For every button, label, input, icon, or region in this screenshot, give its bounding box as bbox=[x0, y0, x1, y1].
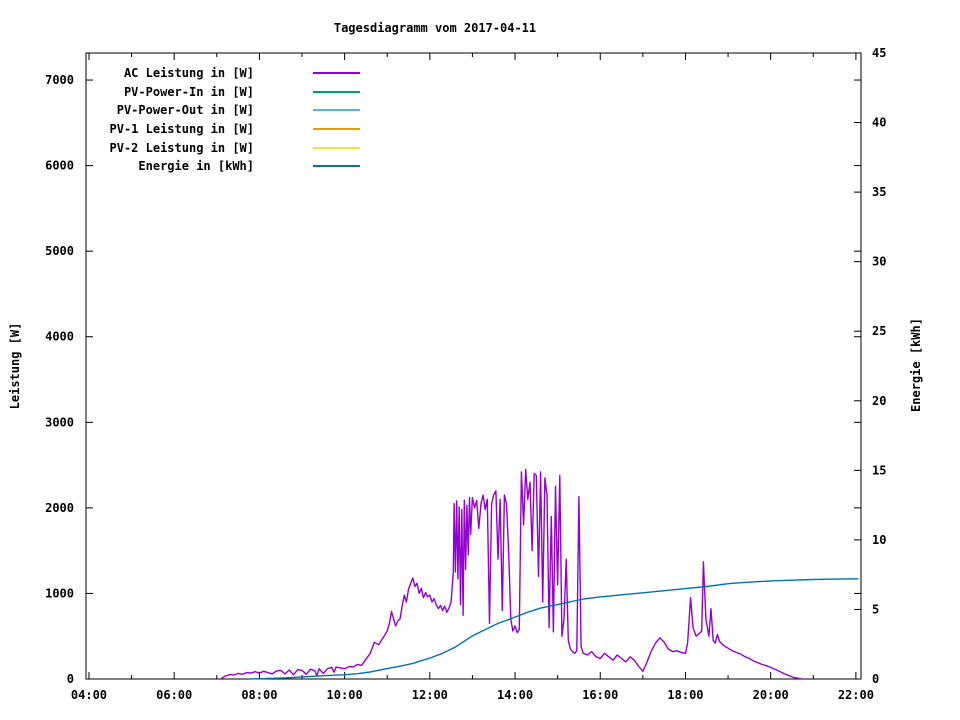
legend-item: PV-Power-Out in [W] bbox=[40, 101, 360, 120]
y-tick-label: 2000 bbox=[45, 501, 74, 515]
x-tick-label: 04:00 bbox=[71, 688, 107, 702]
legend-line-sample bbox=[313, 91, 360, 93]
y2-tick-label: 25 bbox=[872, 324, 886, 338]
y2-tick-label: 30 bbox=[872, 255, 886, 269]
x-tick-label: 20:00 bbox=[753, 688, 789, 702]
y2-tick-label: 20 bbox=[872, 394, 886, 408]
chart-title: Tagesdiagramm vom 2017-04-11 bbox=[285, 21, 585, 35]
y2-tick-label: 10 bbox=[872, 533, 886, 547]
legend-item: PV-Power-In in [W] bbox=[40, 83, 360, 102]
y-tick-label: 4000 bbox=[45, 330, 74, 344]
legend-line-sample bbox=[313, 109, 360, 111]
y-tick-label: 0 bbox=[67, 672, 74, 686]
legend-line-sample bbox=[313, 128, 360, 130]
x-tick-label: 06:00 bbox=[156, 688, 192, 702]
series-line-0 bbox=[222, 469, 801, 678]
legend-label: PV-2 Leistung in [W] bbox=[40, 141, 254, 155]
legend-item: PV-2 Leistung in [W] bbox=[40, 138, 360, 157]
legend-line-sample bbox=[313, 147, 360, 149]
legend-label: PV-Power-In in [W] bbox=[40, 85, 254, 99]
y2-axis-label: Energie [kWh] bbox=[909, 265, 925, 465]
x-tick-label: 22:00 bbox=[838, 688, 874, 702]
legend-item: AC Leistung in [W] bbox=[40, 64, 360, 83]
y-tick-label: 5000 bbox=[45, 244, 74, 258]
x-tick-label: 16:00 bbox=[582, 688, 618, 702]
y2-tick-label: 45 bbox=[872, 46, 886, 60]
y2-tick-label: 5 bbox=[872, 602, 879, 616]
legend: AC Leistung in [W] PV-Power-In in [W] PV… bbox=[40, 64, 360, 176]
y2-tick-label: 15 bbox=[872, 463, 886, 477]
legend-label: AC Leistung in [W] bbox=[40, 66, 254, 80]
x-tick-label: 12:00 bbox=[412, 688, 448, 702]
y2-tick-label: 35 bbox=[872, 185, 886, 199]
y-axis-label: Leistung [W] bbox=[8, 266, 24, 466]
y2-tick-label: 0 bbox=[872, 672, 879, 686]
legend-label: Energie in [kWh] bbox=[40, 159, 254, 173]
y2-tick-label: 40 bbox=[872, 116, 886, 130]
x-tick-label: 08:00 bbox=[241, 688, 277, 702]
legend-line-sample bbox=[313, 72, 360, 74]
y-tick-label: 1000 bbox=[45, 586, 74, 600]
legend-item: PV-1 Leistung in [W] bbox=[40, 120, 360, 139]
legend-label: PV-1 Leistung in [W] bbox=[40, 122, 254, 136]
x-tick-label: 10:00 bbox=[327, 688, 363, 702]
y-tick-label: 3000 bbox=[45, 415, 74, 429]
legend-item: Energie in [kWh] bbox=[40, 157, 360, 176]
x-tick-label: 18:00 bbox=[667, 688, 703, 702]
legend-line-sample bbox=[313, 165, 360, 167]
x-tick-label: 14:00 bbox=[497, 688, 533, 702]
chart-page: 04:00 06:00 08:00 10:00 12:00 14:00 16:00 18:00… bbox=[0, 0, 960, 720]
legend-label: PV-Power-Out in [W] bbox=[40, 103, 254, 117]
